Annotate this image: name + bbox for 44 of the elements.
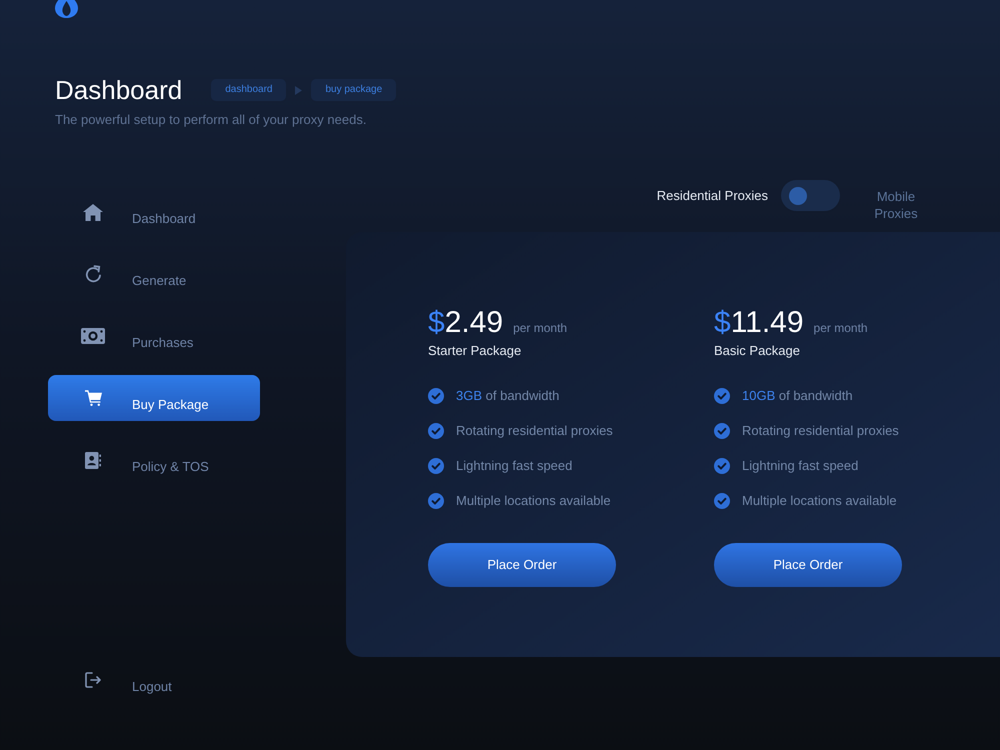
banknote-icon (81, 328, 105, 344)
feature-text: Rotating residential proxies (742, 422, 899, 440)
toggle-switch[interactable] (781, 180, 840, 211)
place-order-button[interactable]: Place Order (428, 543, 616, 587)
check-circle-icon (428, 388, 444, 404)
logout-button[interactable]: Logout (48, 657, 260, 703)
breadcrumb-link[interactable]: dashboard (211, 79, 286, 101)
contact-book-icon (85, 452, 101, 468)
check-circle-icon (428, 422, 444, 438)
feature-text: Multiple locations available (456, 492, 611, 510)
refresh-icon (84, 265, 102, 283)
check-circle-icon (714, 422, 730, 438)
package-name: Starter Package (428, 342, 522, 360)
check-circle-icon (428, 492, 444, 508)
feature-text: Rotating residential proxies (456, 422, 613, 440)
sidebar-item[interactable]: Policy & TOS (48, 437, 260, 483)
check-circle-icon (714, 492, 730, 508)
feature-text: Lightning fast speed (742, 456, 858, 474)
check-circle-icon (714, 458, 730, 474)
place-order-button[interactable]: Place Order (714, 543, 902, 587)
check-circle-icon (428, 458, 444, 474)
feature-text: Lightning fast speed (456, 456, 572, 474)
toggle-label: Mobile Proxies (873, 188, 919, 222)
price-text: $11.49 (714, 305, 804, 341)
cart-icon (84, 390, 102, 406)
home-icon (83, 204, 103, 220)
period-text: per month (513, 320, 568, 337)
caret-icon (295, 86, 302, 94)
feature-text: 3GB of bandwidth (456, 386, 560, 404)
toggle-label: Residential Proxies (656, 187, 768, 205)
sidebar-item[interactable]: Generate (48, 251, 260, 297)
logout-icon (85, 672, 101, 688)
sidebar-item[interactable]: Buy Package (48, 375, 260, 421)
period-text: per month (814, 320, 868, 337)
breadcrumb-link[interactable]: buy package (311, 79, 396, 101)
check-circle-icon (714, 388, 730, 404)
page-subtitle: The powerful setup to perform all of your proxy needs. (55, 111, 368, 129)
sidebar-item[interactable]: Purchases (48, 313, 260, 359)
page-title: Dashboard (55, 74, 182, 106)
feature-text: Multiple locations available (742, 492, 897, 510)
price-text: $2.49 (428, 305, 504, 341)
sidebar-item[interactable]: Dashboard (48, 189, 260, 235)
feature-text: 10GB of bandwidth (742, 386, 853, 404)
package-name: Basic Package (714, 342, 800, 360)
